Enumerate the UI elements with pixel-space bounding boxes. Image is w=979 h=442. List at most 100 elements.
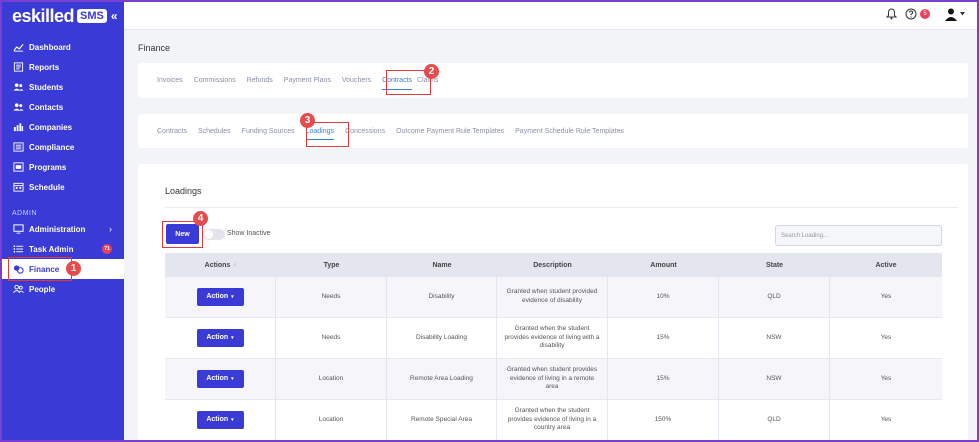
name-cell: Disability Loading [387, 318, 497, 358]
sidebar-item-label: Reports [29, 62, 60, 72]
subtab-concessions[interactable]: Concessions [345, 114, 385, 148]
sidebar-item-dashboard[interactable]: Dashboard [0, 37, 124, 57]
caret-down-icon: ▾ [231, 293, 234, 300]
state-cell: QLD [719, 277, 830, 317]
col-active[interactable]: Active [830, 253, 942, 277]
callout-number-3: 3 [300, 113, 315, 128]
action-button-label: Action [206, 334, 229, 342]
amount-cell: 15% [608, 318, 719, 358]
col-amount[interactable]: Amount [608, 253, 719, 277]
loadings-table: Actions ↓ Type Name Description Amount St… [165, 253, 942, 441]
action-button[interactable]: Action ▾ [196, 329, 244, 347]
caret-down-icon: ▾ [231, 334, 234, 341]
sidebar-item-programs[interactable]: Programs [0, 157, 124, 177]
sidebar-item-label: Administration [29, 224, 86, 234]
col-type[interactable]: Type [276, 253, 387, 277]
col-name[interactable]: Name [387, 253, 497, 277]
help-badge: 5 [920, 9, 930, 19]
users-icon [12, 82, 24, 92]
sort-icon: ↓ [233, 262, 237, 268]
loadings-card: Loadings New Show Inactive Search Loadin… [138, 164, 968, 442]
description-cell: Granted when student provided evidence o… [497, 277, 608, 317]
actions-cell: Action ▾ [165, 277, 276, 317]
table-row: Action ▾ Needs Disability Granted when st… [165, 277, 942, 318]
type-cell: Location [276, 359, 387, 399]
subtab-schedules[interactable]: Schedules [198, 114, 231, 148]
topbar-icons: 5 [884, 7, 965, 21]
sidebar-item-task-admin[interactable]: Task Admin 71 [0, 239, 124, 259]
sidebar-item-students[interactable]: Students [0, 77, 124, 97]
admin-heading: ADMIN [12, 210, 38, 217]
col-state[interactable]: State [719, 253, 830, 277]
contracts-subtabs-card: Contracts Schedules Funding Sources Load… [138, 114, 968, 148]
name-cell: Disability [387, 277, 497, 317]
callout-box-1 [8, 257, 72, 281]
action-button-label: Action [206, 375, 229, 383]
bell-icon[interactable] [884, 7, 898, 21]
sidebar-item-people[interactable]: People [0, 279, 124, 299]
tab-commissions[interactable]: Commissions [194, 63, 236, 98]
divider [165, 207, 958, 208]
action-button[interactable]: Action ▾ [196, 288, 244, 306]
contracts-subtabs: Contracts Schedules Funding Sources Load… [157, 114, 635, 148]
user-menu[interactable] [944, 7, 965, 21]
name-cell: Remote Special Area [387, 400, 497, 440]
sidebar-item-companies[interactable]: Companies [0, 117, 124, 137]
page-title: Finance [138, 43, 171, 53]
sidebar-item-reports[interactable]: Reports [0, 57, 124, 77]
show-inactive-toggle[interactable] [203, 229, 225, 240]
active-cell: Yes [880, 292, 892, 300]
col-description[interactable]: Description [497, 253, 608, 277]
sidebar-item-schedule[interactable]: Schedule [0, 177, 124, 197]
subtab-payment-schedule-rule-templates[interactable]: Payment Schedule Rule Templates [515, 114, 624, 148]
col-actions[interactable]: Actions ↓ [165, 253, 276, 277]
report-icon [12, 62, 24, 72]
amount-cell: 150% [608, 400, 719, 440]
chart-line-icon [12, 42, 24, 52]
description-cell: Granted when student provides evidence o… [497, 359, 608, 399]
subtab-contracts[interactable]: Contracts [157, 114, 187, 148]
sidebar-item-label: Schedule [29, 182, 65, 192]
actions-cell: Action ▾ [165, 318, 276, 358]
building-icon [12, 122, 24, 132]
tab-invoices[interactable]: Invoices [157, 63, 183, 98]
table-body: Action ▾ Needs Disability Granted when st… [165, 277, 942, 441]
table-row: Action ▾ Location Remote Special Area Gra… [165, 400, 942, 441]
tab-refunds[interactable]: Refunds [247, 63, 273, 98]
table-header: Actions ↓ Type Name Description Amount St… [165, 253, 942, 277]
state-cell: NSW [719, 359, 830, 399]
subtab-funding-sources[interactable]: Funding Sources [242, 114, 295, 148]
logo[interactable]: eskilled SMS « [12, 6, 118, 26]
chevron-right-icon: › [109, 224, 112, 234]
table-row: Action ▾ Needs Disability Loading Granted… [165, 318, 942, 359]
col-actions-label: Actions [204, 261, 231, 269]
action-button-label: Action [206, 293, 229, 301]
action-button[interactable]: Action ▾ [196, 411, 244, 429]
sidebar-item-label: Companies [29, 122, 73, 132]
name-cell: Remote Area Loading [387, 359, 497, 399]
people-icon [12, 284, 24, 294]
compliance-icon [12, 142, 24, 152]
list-icon [12, 244, 24, 254]
calendar-icon [12, 182, 24, 192]
description-cell: Granted when the student provides eviden… [497, 318, 608, 358]
type-cell: Location [276, 400, 387, 440]
subtab-outcome-payment-rule-templates[interactable]: Outcome Payment Rule Templates [396, 114, 504, 148]
callout-number-2: 2 [424, 64, 439, 79]
sidebar-collapse-icon[interactable]: « [111, 9, 118, 23]
help-icon[interactable] [904, 7, 918, 21]
state-cell: NSW [719, 318, 830, 358]
sidebar-item-label: Task Admin [29, 244, 74, 254]
sidebar-item-label: Programs [29, 162, 67, 172]
section-title: Loadings [165, 186, 202, 196]
sidebar-item-administration[interactable]: Administration › [0, 219, 124, 239]
search-input[interactable]: Search Loading... [775, 225, 942, 246]
sidebar-item-contacts[interactable]: Contacts [0, 97, 124, 117]
topbar: 5 [124, 0, 979, 30]
callout-number-4: 4 [193, 211, 208, 226]
active-cell: Yes [880, 415, 892, 423]
tab-payment-plans[interactable]: Payment Plans [284, 63, 331, 98]
sidebar-item-compliance[interactable]: Compliance [0, 137, 124, 157]
action-button[interactable]: Action ▾ [196, 370, 244, 388]
tab-vouchers[interactable]: Vouchers [342, 63, 371, 98]
